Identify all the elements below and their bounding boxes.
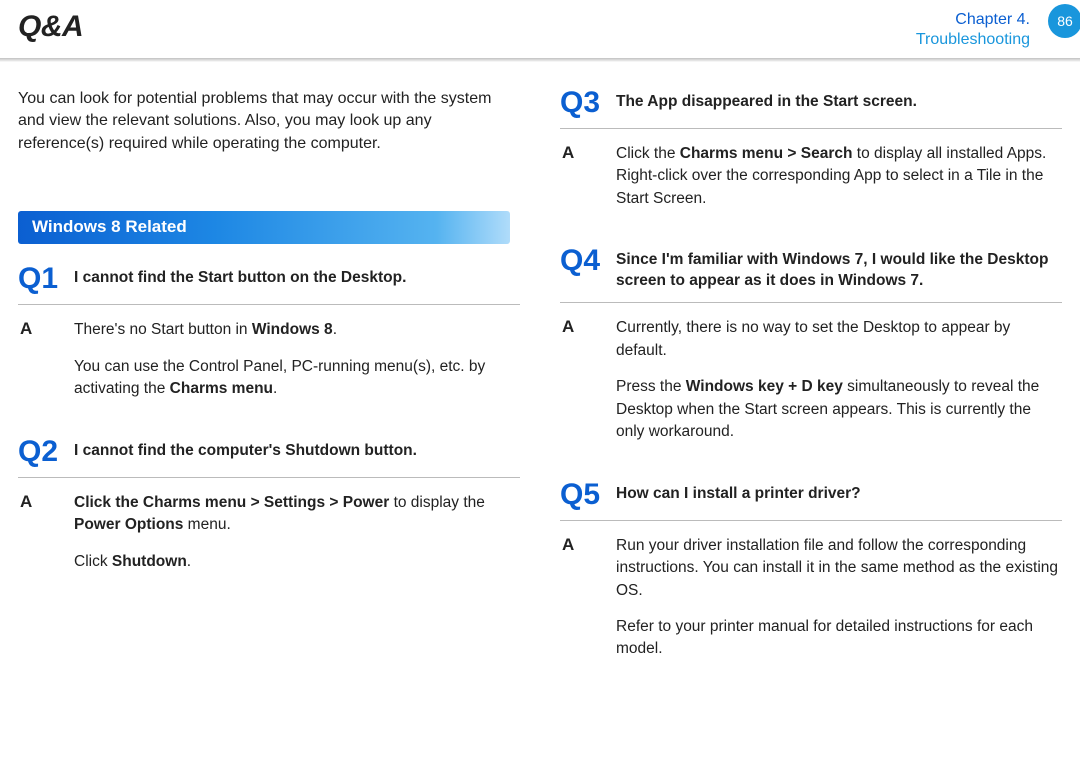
answer-row: A Click the Charms menu > Settings > Pow… xyxy=(18,492,520,573)
question-row: Q2 I cannot find the computer's Shutdown… xyxy=(18,437,520,478)
page-number-badge: 86 xyxy=(1048,4,1080,38)
question-row: Q3 The App disappeared in the Start scre… xyxy=(560,88,1062,129)
answer-label: A xyxy=(18,319,62,339)
section-heading: Windows 8 Related xyxy=(18,211,510,244)
answer-para: You can use the Control Panel, PC-runnin… xyxy=(74,356,520,401)
question-row: Q1 I cannot find the Start button on the… xyxy=(18,264,520,305)
question-row: Q4 Since I'm familiar with Windows 7, I … xyxy=(560,246,1062,303)
answer-para: Click the Charms menu > Settings > Power… xyxy=(74,492,520,537)
question-number: Q4 xyxy=(560,246,604,276)
answer-para: There's no Start button in Windows 8. xyxy=(74,319,520,341)
question-text: Since I'm familiar with Windows 7, I wou… xyxy=(616,246,1062,292)
chapter-label: Chapter 4. Troubleshooting xyxy=(916,10,1030,50)
left-column: You can look for potential problems that… xyxy=(18,88,520,697)
qa-item: Q1 I cannot find the Start button on the… xyxy=(18,264,520,400)
qa-item: Q3 The App disappeared in the Start scre… xyxy=(560,88,1062,210)
question-text: I cannot find the computer's Shutdown bu… xyxy=(74,437,417,462)
answer-label: A xyxy=(560,143,604,163)
answer-body: There's no Start button in Windows 8. Yo… xyxy=(74,319,520,400)
content-columns: You can look for potential problems that… xyxy=(0,88,1080,715)
header-divider xyxy=(0,58,1080,62)
question-text: I cannot find the Start button on the De… xyxy=(74,264,406,289)
answer-label: A xyxy=(18,492,62,512)
answer-para: Click Shutdown. xyxy=(74,551,520,573)
qa-item: Q5 How can I install a printer driver? A… xyxy=(560,480,1062,661)
answer-row: A Run your driver installation file and … xyxy=(560,535,1062,661)
answer-para: Click the Charms menu > Search to displa… xyxy=(616,143,1062,210)
question-row: Q5 How can I install a printer driver? xyxy=(560,480,1062,521)
chapter-line-1: Chapter 4. xyxy=(916,10,1030,30)
question-number: Q1 xyxy=(18,264,62,294)
answer-body: Run your driver installation file and fo… xyxy=(616,535,1062,661)
page-header: Q&A Chapter 4. Troubleshooting 86 xyxy=(0,0,1080,58)
chapter-line-2: Troubleshooting xyxy=(916,30,1030,50)
answer-body: Currently, there is no way to set the De… xyxy=(616,317,1062,443)
answer-para: Currently, there is no way to set the De… xyxy=(616,317,1062,362)
answer-para: Run your driver installation file and fo… xyxy=(616,535,1062,602)
question-number: Q5 xyxy=(560,480,604,510)
page-number: 86 xyxy=(1057,13,1073,29)
answer-row: A Currently, there is no way to set the … xyxy=(560,317,1062,443)
intro-paragraph: You can look for potential problems that… xyxy=(18,88,520,155)
question-text: The App disappeared in the Start screen. xyxy=(616,88,917,113)
answer-row: A Click the Charms menu > Search to disp… xyxy=(560,143,1062,210)
answer-para: Press the Windows key + D key simultaneo… xyxy=(616,376,1062,443)
answer-body: Click the Charms menu > Search to displa… xyxy=(616,143,1062,210)
question-number: Q3 xyxy=(560,88,604,118)
right-column: Q3 The App disappeared in the Start scre… xyxy=(560,88,1062,697)
page-title: Q&A xyxy=(18,10,1062,44)
answer-row: A There's no Start button in Windows 8. … xyxy=(18,319,520,400)
answer-label: A xyxy=(560,317,604,337)
question-number: Q2 xyxy=(18,437,62,467)
answer-para: Refer to your printer manual for detaile… xyxy=(616,616,1062,661)
qa-item: Q2 I cannot find the computer's Shutdown… xyxy=(18,437,520,573)
qa-item: Q4 Since I'm familiar with Windows 7, I … xyxy=(560,246,1062,443)
answer-label: A xyxy=(560,535,604,555)
question-text: How can I install a printer driver? xyxy=(616,480,861,505)
answer-body: Click the Charms menu > Settings > Power… xyxy=(74,492,520,573)
